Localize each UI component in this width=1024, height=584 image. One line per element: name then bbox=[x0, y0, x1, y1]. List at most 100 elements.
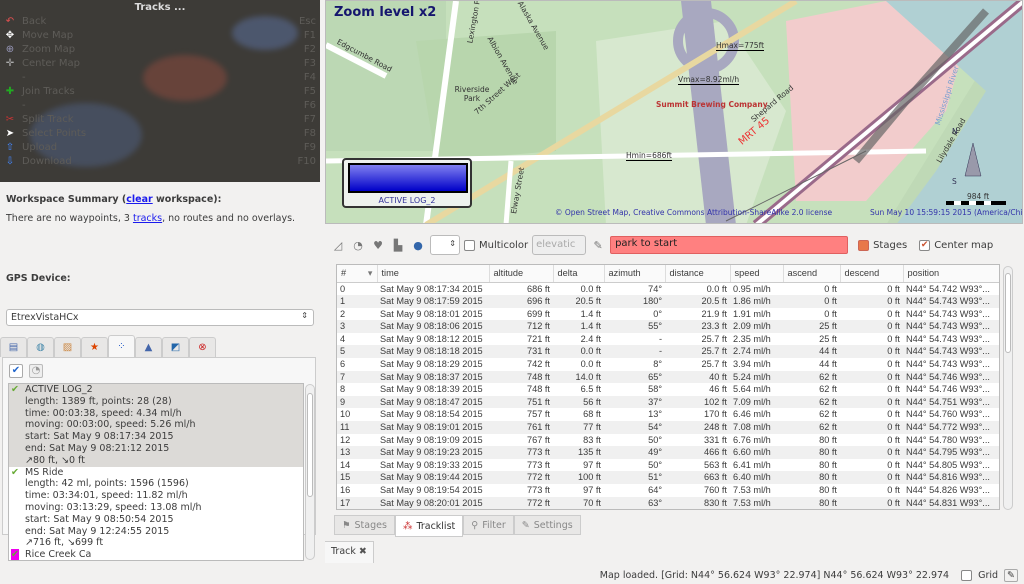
tab-tracklist[interactable]: ⁂ Tracklist bbox=[394, 515, 464, 537]
menu-item[interactable]: ✥ Move Map F1 bbox=[4, 28, 316, 42]
track-item[interactable]: ✔ Rice Creek Ca bbox=[9, 549, 303, 560]
width-spinner[interactable]: ⇕ bbox=[430, 235, 460, 255]
table-row[interactable]: 6 Sat May 9 08:18:29 2015 742 ft 0.0 ft 8° 25… bbox=[337, 358, 999, 371]
heart-icon[interactable]: ♥ bbox=[370, 237, 386, 253]
table-row[interactable]: 10 Sat May 9 08:18:54 2015 757 ft 68 ft 13° 1… bbox=[337, 408, 999, 421]
table-row[interactable]: 4 Sat May 9 08:18:12 2015 721 ft 2.4 ft - 25.… bbox=[337, 333, 999, 346]
track-list-scrollbar[interactable] bbox=[305, 384, 315, 560]
wrench-icon[interactable]: ✎ bbox=[590, 237, 606, 253]
table-row[interactable]: 13 Sat May 9 08:19:23 2015 773 ft 135 ft 49°… bbox=[337, 446, 999, 459]
cell-altitude: 696 ft bbox=[489, 295, 553, 308]
column-header-azimuth[interactable]: azimuth bbox=[604, 265, 666, 283]
tab-tracks[interactable]: ⁘ bbox=[108, 335, 135, 357]
table-row[interactable]: 9 Sat May 9 08:18:47 2015 751 ft 56 ft 37° 10… bbox=[337, 395, 999, 409]
menu-item[interactable]: ⊕ Zoom Map F2 bbox=[4, 42, 316, 56]
cell-distance: 331 ft bbox=[704, 434, 727, 445]
chart-icon[interactable]: ◿ bbox=[330, 237, 346, 253]
menu-item[interactable]: ✂ Split Track F7 bbox=[4, 112, 316, 126]
multicolor-checkbox[interactable] bbox=[464, 239, 475, 251]
tab-info[interactable]: ▤ bbox=[0, 337, 27, 357]
menu-item[interactable]: ↶ Back Esc bbox=[4, 14, 316, 28]
table-row[interactable]: 0 Sat May 9 08:17:34 2015 686 ft 0.0 ft 74° 0… bbox=[337, 282, 999, 295]
column-header-ascend[interactable]: ascend bbox=[783, 265, 841, 283]
check-all-icon[interactable]: ✔ bbox=[9, 364, 23, 378]
tab-stages[interactable]: ⚑ Stages bbox=[334, 515, 395, 535]
tab-waypoints[interactable]: ★ bbox=[81, 337, 108, 357]
globe-icon[interactable]: ● bbox=[410, 237, 426, 253]
track-item[interactable]: ✔ ACTIVE LOG_2 length: 1389 ft, points: 28… bbox=[9, 384, 303, 467]
status-bar: Map loaded. [Grid: N44° 56.624 W93° 22.9… bbox=[0, 566, 1024, 584]
clear-workspace-link[interactable]: clear bbox=[126, 194, 152, 205]
menu-item[interactable]: ✚ Join Tracks F5 bbox=[4, 84, 316, 98]
table-row[interactable]: 7 Sat May 9 08:18:37 2015 748 ft 14.0 ft 65°… bbox=[337, 370, 999, 384]
table-row[interactable]: 5 Sat May 9 08:18:18 2015 731 ft 0.0 ft -25.… bbox=[337, 345, 999, 359]
cell-distance: 25.7 ft bbox=[701, 359, 727, 370]
stages-checkbox[interactable] bbox=[858, 239, 870, 251]
cell-azimuth: 0° bbox=[653, 308, 662, 319]
column-header-distance[interactable]: distance bbox=[665, 265, 731, 283]
tracks-link[interactable]: tracks bbox=[133, 213, 162, 224]
menu-item[interactable]: ⇩ Download F10 bbox=[4, 154, 316, 168]
table-row[interactable]: 15 Sat May 9 08:19:44 2015 772 ft 100 ft 51°… bbox=[337, 471, 999, 484]
cell-delta: 70 ft bbox=[553, 496, 604, 509]
menu-item-shortcut: F8 bbox=[303, 127, 316, 139]
track-item[interactable]: ✔ MS Ride length: 42 ml, points: 1596 (159… bbox=[9, 467, 303, 550]
gps-device-select[interactable]: EtrexVistaHCx ⇕ bbox=[6, 309, 314, 326]
cell-distance: 20.5 ft bbox=[665, 295, 730, 308]
column-header-speed[interactable]: speed bbox=[730, 265, 784, 283]
menu-item[interactable]: ✛ Center Map F3 bbox=[4, 56, 316, 70]
map-view[interactable]: Zoom level x2 Riverside Park 7th Street … bbox=[325, 0, 1023, 224]
cell-distance: 563 ft bbox=[704, 459, 727, 470]
elevation-profile[interactable]: ACTIVE LOG_2 bbox=[342, 158, 472, 208]
track-name-input[interactable]: park to start bbox=[610, 236, 849, 254]
visible-check-icon[interactable]: ✔ bbox=[11, 384, 19, 396]
menu-item[interactable]: ➤ Select Points F8 bbox=[4, 126, 316, 140]
column-header-descend[interactable]: descend bbox=[840, 265, 904, 283]
tab-gps[interactable]: ◩ bbox=[162, 337, 189, 357]
cell-descend: 0 ft bbox=[887, 384, 900, 395]
table-row[interactable]: 3 Sat May 9 08:18:06 2015 712 ft 1.4 ft 55° 2… bbox=[337, 320, 999, 333]
menu-item[interactable]: ⇧ Upload F9 bbox=[4, 140, 316, 154]
menu-item[interactable]: - F6 bbox=[4, 98, 316, 112]
close-icon[interactable]: ✖ bbox=[359, 546, 367, 557]
table-scrollbar[interactable] bbox=[1003, 266, 1013, 510]
column-header-index[interactable]: # ▾ bbox=[337, 265, 378, 283]
menu-item[interactable]: - F4 bbox=[4, 70, 316, 84]
table-row[interactable]: 1 Sat May 9 08:17:59 2015 696 ft 20.5 ft 180… bbox=[337, 295, 999, 308]
track-detail: end: Sat May 9 08:21:12 2015 bbox=[25, 442, 170, 454]
tab-overlays[interactable]: ▨ bbox=[54, 337, 81, 357]
table-row[interactable]: 14 Sat May 9 08:19:33 2015 773 ft 97 ft 50° 5… bbox=[337, 459, 999, 472]
table-row[interactable]: 2 Sat May 9 08:18:01 2015 699 ft 1.4 ft 0° 21… bbox=[337, 308, 999, 321]
wrench-icon[interactable]: ✎ bbox=[1004, 568, 1018, 582]
table-row[interactable]: 12 Sat May 9 08:19:09 2015 767 ft 83 ft 50° 3… bbox=[337, 434, 999, 447]
track-tab[interactable]: Track ✖ bbox=[325, 541, 374, 563]
cell-distance: 466 ft bbox=[665, 446, 730, 459]
column-header-time[interactable]: time bbox=[377, 265, 490, 283]
grid-checkbox[interactable] bbox=[961, 569, 973, 581]
center-map-checkbox[interactable]: ✔ bbox=[919, 239, 931, 251]
tab-label: Filter bbox=[482, 519, 506, 531]
table-row[interactable]: 8 Sat May 9 08:18:39 2015 748 ft 6.5 ft 58° 4… bbox=[337, 383, 999, 396]
device-icon[interactable]: ▙ bbox=[390, 237, 406, 253]
tab-settings[interactable]: ✎ Settings bbox=[513, 515, 581, 535]
menu-item-label: Join Tracks bbox=[22, 85, 75, 97]
tab-routes[interactable]: ▲ bbox=[135, 337, 162, 357]
clock-icon[interactable]: ◔ bbox=[350, 237, 366, 253]
cell-azimuth: 13° bbox=[648, 409, 662, 420]
table-row[interactable]: 11 Sat May 9 08:19:01 2015 761 ft 77 ft 54° 2… bbox=[337, 421, 999, 434]
tab-filter[interactable]: ⚲ Filter bbox=[463, 515, 514, 535]
cell-azimuth: 65° bbox=[604, 370, 665, 384]
cell-descend: 0 ft bbox=[840, 496, 903, 509]
table-row[interactable]: 17 Sat May 9 08:20:01 2015 772 ft 70 ft 63° 8… bbox=[337, 496, 999, 509]
visible-check-icon[interactable]: ✔ bbox=[11, 549, 19, 560]
column-header-delta[interactable]: delta bbox=[553, 265, 605, 283]
table-row[interactable]: 16 Sat May 9 08:19:54 2015 773 ft 97 ft 64° 7… bbox=[337, 484, 999, 497]
refresh-icon[interactable]: ◔ bbox=[29, 364, 43, 378]
color-by-select[interactable]: elevatic bbox=[532, 235, 587, 255]
column-header-altitude[interactable]: altitude bbox=[489, 265, 554, 283]
tab-maps[interactable]: ◍ bbox=[27, 337, 54, 357]
visible-check-icon[interactable]: ✔ bbox=[11, 467, 19, 479]
tab-exit[interactable]: ⊗ bbox=[189, 337, 216, 357]
column-header-position[interactable]: position bbox=[903, 265, 999, 283]
workspace-summary-text: There are no waypoints, 3 tracks, no rou… bbox=[6, 213, 295, 224]
